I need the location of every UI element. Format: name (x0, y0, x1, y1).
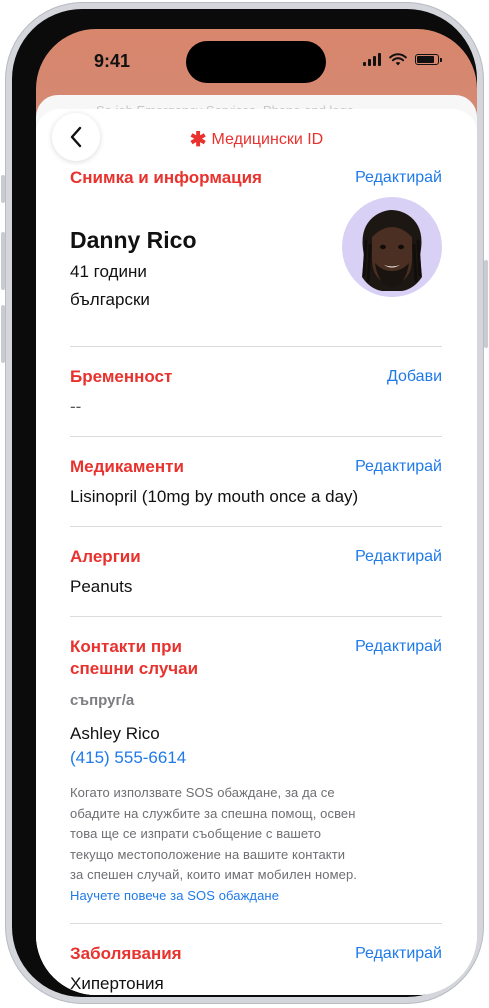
sos-note: Когато използвате SOS обаждане, за да се… (70, 783, 442, 906)
profile-language: български (70, 290, 150, 309)
status-time: 9:41 (94, 51, 131, 71)
side-button (484, 260, 488, 348)
medications-header: Медикаменти Редактирай (70, 456, 442, 478)
sos-learn-more-link[interactable]: Научете повече за SOS обаждане (70, 886, 442, 907)
profile-block: Danny Rico 41 години български (70, 197, 442, 314)
pregnancy-header: Бременност Добави (70, 366, 442, 388)
pregnancy-value: -- (70, 397, 82, 416)
divider (70, 526, 442, 527)
photo-info-title: Снимка и информация (70, 168, 262, 187)
status-icons (363, 53, 442, 66)
divider (70, 436, 442, 437)
wifi-icon (389, 53, 407, 66)
phone-bezel: 9:41 Sa ieb Emergency Services. Phone an… (12, 9, 477, 997)
sos-note-line: това ще се изпрати съобщение с вашето (70, 826, 322, 841)
medications-edit-button[interactable]: Редактирай (355, 456, 442, 478)
memoji-avatar-icon (362, 210, 422, 291)
volume-down-button (1, 305, 5, 363)
dynamic-island (186, 41, 326, 83)
sos-note-line: обадите на службите за спешна помощ, осв… (70, 805, 356, 821)
cellular-signal-icon (363, 53, 381, 66)
contact-phone-link[interactable]: (415) 555-6614 (70, 748, 442, 768)
conditions-title: Заболявания (70, 944, 182, 963)
medications-value: Lisinopril (10mg by mouth once a day) (70, 487, 359, 506)
emergency-contacts-edit-button[interactable]: Редактирай (355, 636, 442, 658)
emergency-contacts-header: Контакти при спешни случаи Редактирай (70, 636, 442, 680)
conditions-header: Заболявания Редактирай (70, 943, 442, 965)
allergies-header: Алергии Редактирай (70, 546, 442, 568)
medical-id-content: Снимка и информация Редактирай Danny Ric… (70, 167, 442, 995)
allergies-title: Алергии (70, 547, 141, 566)
sos-note-line: Когато използвате SOS обаждане, за да се (70, 785, 335, 800)
conditions-value: Хипертония (70, 974, 164, 993)
photo-info-header: Снимка и информация Редактирай (70, 167, 442, 189)
emergency-contacts-title-line2: спешни случаи (70, 659, 199, 678)
page-title-text: Медицински ID (211, 131, 324, 148)
divider (70, 923, 442, 924)
volume-up-button (1, 232, 5, 290)
allergies-value: Peanuts (70, 577, 133, 596)
pregnancy-add-button[interactable]: Добави (387, 366, 442, 388)
divider (70, 616, 442, 617)
profile-age: 41 години (70, 262, 147, 281)
sos-note-line: за спешен случай, които имат мобилен ном… (70, 867, 357, 882)
conditions-edit-button[interactable]: Редактирай (355, 943, 442, 965)
divider (70, 346, 442, 347)
contact-name: Ashley Rico (70, 724, 160, 743)
medical-star-icon: ✱ (189, 129, 207, 151)
medications-title: Медикаменти (70, 457, 184, 476)
photo-info-edit-button[interactable]: Редактирай (355, 167, 442, 189)
allergies-edit-button[interactable]: Редактирай (355, 546, 442, 568)
action-button (1, 175, 5, 203)
battery-icon (415, 54, 442, 65)
sos-note-line: текущо местоположение на вашите контакти (70, 846, 346, 862)
page-title: ✱ Медицински ID (36, 127, 477, 152)
avatar[interactable] (342, 197, 442, 297)
screen: 9:41 Sa ieb Emergency Services. Phone an… (36, 29, 477, 995)
pregnancy-title: Бременност (70, 367, 173, 386)
emergency-contacts-title-line1: Контакти при (70, 637, 182, 656)
profile-name: Danny Rico (70, 227, 197, 253)
emergency-contacts-title: Контакти при спешни случаи (70, 636, 198, 680)
contact-relation: съпруг/а (70, 692, 135, 709)
